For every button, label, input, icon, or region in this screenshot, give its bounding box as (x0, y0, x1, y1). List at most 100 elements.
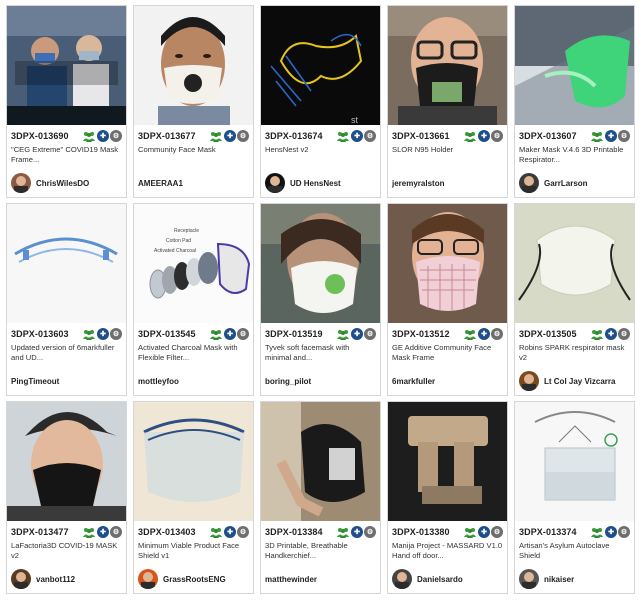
model-thumbnail[interactable] (515, 204, 634, 323)
model-title[interactable]: Minimum Viable Product Face Shield v1 (138, 541, 249, 561)
author-name[interactable]: Lt Col Jay Vizcarra (544, 377, 615, 386)
model-id[interactable]: 3DPX-013690 (11, 131, 69, 141)
avatar[interactable] (11, 173, 31, 193)
author-name[interactable]: matthewinder (265, 575, 317, 584)
model-id[interactable]: 3DPX-013661 (392, 131, 450, 141)
model-card[interactable]: 3DPX-013380 ✚ ⚙ Manija Project - MASSARD V1… (387, 401, 508, 594)
author-name[interactable]: GrassRootsENG (163, 575, 226, 584)
model-id[interactable]: 3DPX-013677 (138, 131, 196, 141)
model-card[interactable]: 3DPX-013677 ✚ ⚙ Community Face Mask AMEERAA1 (133, 5, 254, 198)
model-thumbnail[interactable]: st (261, 6, 380, 125)
avatar[interactable] (519, 173, 539, 193)
author-name[interactable]: jeremyralston (392, 179, 444, 188)
model-card[interactable]: st 3DPX-013674 ✚ ⚙ HensNest v2 UD HensNest (260, 5, 381, 198)
model-thumbnail[interactable] (7, 6, 126, 125)
author-row[interactable]: Lt Col Jay Vizcarra (519, 371, 630, 391)
status-badges: ✚ ⚙ (336, 526, 376, 538)
author-name[interactable]: AMEERAA1 (138, 179, 183, 188)
author-name[interactable]: GarrLarson (544, 179, 588, 188)
model-title[interactable]: Manija Project - MASSARD V1.0 Hand off d… (392, 541, 503, 561)
model-thumbnail[interactable] (388, 6, 507, 125)
avatar[interactable] (392, 569, 412, 589)
avatar[interactable] (138, 569, 158, 589)
author-name[interactable]: PingTimeout (11, 377, 59, 386)
avatar[interactable] (519, 371, 539, 391)
model-title[interactable]: Tyvek soft facemask with minimal and... (265, 343, 376, 363)
model-card[interactable]: 3DPX-013512 ✚ ⚙ GE Additive Community Face … (387, 203, 508, 396)
author-row[interactable]: Danielsardo (392, 569, 503, 589)
model-thumbnail[interactable]: Receptacle Cotton Pad Activated Charcoal (134, 204, 253, 323)
model-card[interactable]: 3DPX-013505 ✚ ⚙ Robins SPARK respirator mas… (514, 203, 635, 396)
author-name[interactable]: mottleyfoo (138, 377, 179, 386)
model-title[interactable]: "CEG Extreme" COVID19 Mask Frame... (11, 145, 122, 165)
author-name[interactable]: UD HensNest (290, 179, 341, 188)
author-row[interactable]: 6markfuller (392, 371, 503, 391)
model-id[interactable]: 3DPX-013545 (138, 329, 196, 339)
author-name[interactable]: nikaiser (544, 575, 574, 584)
model-thumbnail[interactable] (388, 402, 507, 521)
author-name[interactable]: Danielsardo (417, 575, 463, 584)
model-thumbnail[interactable] (261, 402, 380, 521)
model-id[interactable]: 3DPX-013505 (519, 329, 577, 339)
author-name[interactable]: 6markfuller (392, 377, 435, 386)
model-id[interactable]: 3DPX-013403 (138, 527, 196, 537)
model-id[interactable]: 3DPX-013477 (11, 527, 69, 537)
model-title[interactable]: GE Additive Community Face Mask Frame (392, 343, 503, 363)
model-card[interactable]: 3DPX-013374 ✚ ⚙ Artisan's Asylum Autoclave … (514, 401, 635, 594)
model-title[interactable]: Activated Charcoal Mask with Flexible Fi… (138, 343, 249, 363)
model-title[interactable]: Robins SPARK respirator mask v2 (519, 343, 630, 363)
author-name[interactable]: ChrisWilesDO (36, 179, 89, 188)
model-title[interactable]: Artisan's Asylum Autoclave Shield (519, 541, 630, 561)
author-name[interactable]: vanbot112 (36, 575, 75, 584)
model-card[interactable]: Receptacle Cotton Pad Activated Charcoal 3D… (133, 203, 254, 396)
author-row[interactable]: boring_pilot (265, 371, 376, 391)
model-title[interactable]: HensNest v2 (265, 145, 376, 165)
model-thumbnail[interactable] (261, 204, 380, 323)
status-badges: ✚ ⚙ (336, 130, 376, 142)
author-row[interactable]: AMEERAA1 (138, 173, 249, 193)
model-card[interactable]: 3DPX-013384 ✚ ⚙ 3D Printable, Breathable Ha… (260, 401, 381, 594)
author-row[interactable]: matthewinder (265, 569, 376, 589)
author-row[interactable]: jeremyralston (392, 173, 503, 193)
model-title[interactable]: SLOR N95 Holder (392, 145, 503, 165)
author-row[interactable]: PingTimeout (11, 371, 122, 391)
avatar[interactable] (11, 569, 31, 589)
model-id[interactable]: 3DPX-013607 (519, 131, 577, 141)
model-card[interactable]: 3DPX-013403 ✚ ⚙ Minimum Viable Product Face… (133, 401, 254, 594)
model-card[interactable]: 3DPX-013477 ✚ ⚙ LaFactoria3D COVID-19 MASK … (6, 401, 127, 594)
model-title[interactable]: 3D Printable, Breathable Handkerchief... (265, 541, 376, 561)
model-card[interactable]: 3DPX-013690 ✚ ⚙ "CEG Extreme" COVID19 Mask … (6, 5, 127, 198)
avatar[interactable] (519, 569, 539, 589)
model-thumbnail[interactable] (515, 402, 634, 521)
model-card[interactable]: 3DPX-013607 ✚ ⚙ Maker Mask V.4.6 3D Printab… (514, 5, 635, 198)
model-id[interactable]: 3DPX-013384 (265, 527, 323, 537)
model-title[interactable]: Updated version of 6markfuller and UD... (11, 343, 122, 363)
model-thumbnail[interactable] (7, 402, 126, 521)
avatar[interactable] (265, 173, 285, 193)
author-row[interactable]: mottleyfoo (138, 371, 249, 391)
author-row[interactable]: nikaiser (519, 569, 630, 589)
author-row[interactable]: ChrisWilesDO (11, 173, 122, 193)
model-title[interactable]: Maker Mask V.4.6 3D Printable Respirator… (519, 145, 630, 165)
author-row[interactable]: UD HensNest (265, 173, 376, 193)
model-thumbnail[interactable] (7, 204, 126, 323)
author-name[interactable]: boring_pilot (265, 377, 311, 386)
model-id[interactable]: 3DPX-013380 (392, 527, 450, 537)
model-title[interactable]: LaFactoria3D COVID-19 MASK v2 (11, 541, 122, 561)
author-row[interactable]: GrassRootsENG (138, 569, 249, 589)
model-thumbnail[interactable] (134, 6, 253, 125)
model-id[interactable]: 3DPX-013512 (392, 329, 450, 339)
model-id[interactable]: 3DPX-013674 (265, 131, 323, 141)
author-row[interactable]: vanbot112 (11, 569, 122, 589)
author-row[interactable]: GarrLarson (519, 173, 630, 193)
model-thumbnail[interactable] (515, 6, 634, 125)
model-card[interactable]: 3DPX-013603 ✚ ⚙ Updated version of 6markful… (6, 203, 127, 396)
model-thumbnail[interactable] (134, 402, 253, 521)
model-id[interactable]: 3DPX-013374 (519, 527, 577, 537)
model-thumbnail[interactable] (388, 204, 507, 323)
model-card[interactable]: 3DPX-013661 ✚ ⚙ SLOR N95 Holder jeremyralsto… (387, 5, 508, 198)
model-id[interactable]: 3DPX-013603 (11, 329, 69, 339)
model-title[interactable]: Community Face Mask (138, 145, 249, 165)
model-card[interactable]: 3DPX-013519 ✚ ⚙ Tyvek soft facemask with mi… (260, 203, 381, 396)
model-id[interactable]: 3DPX-013519 (265, 329, 323, 339)
